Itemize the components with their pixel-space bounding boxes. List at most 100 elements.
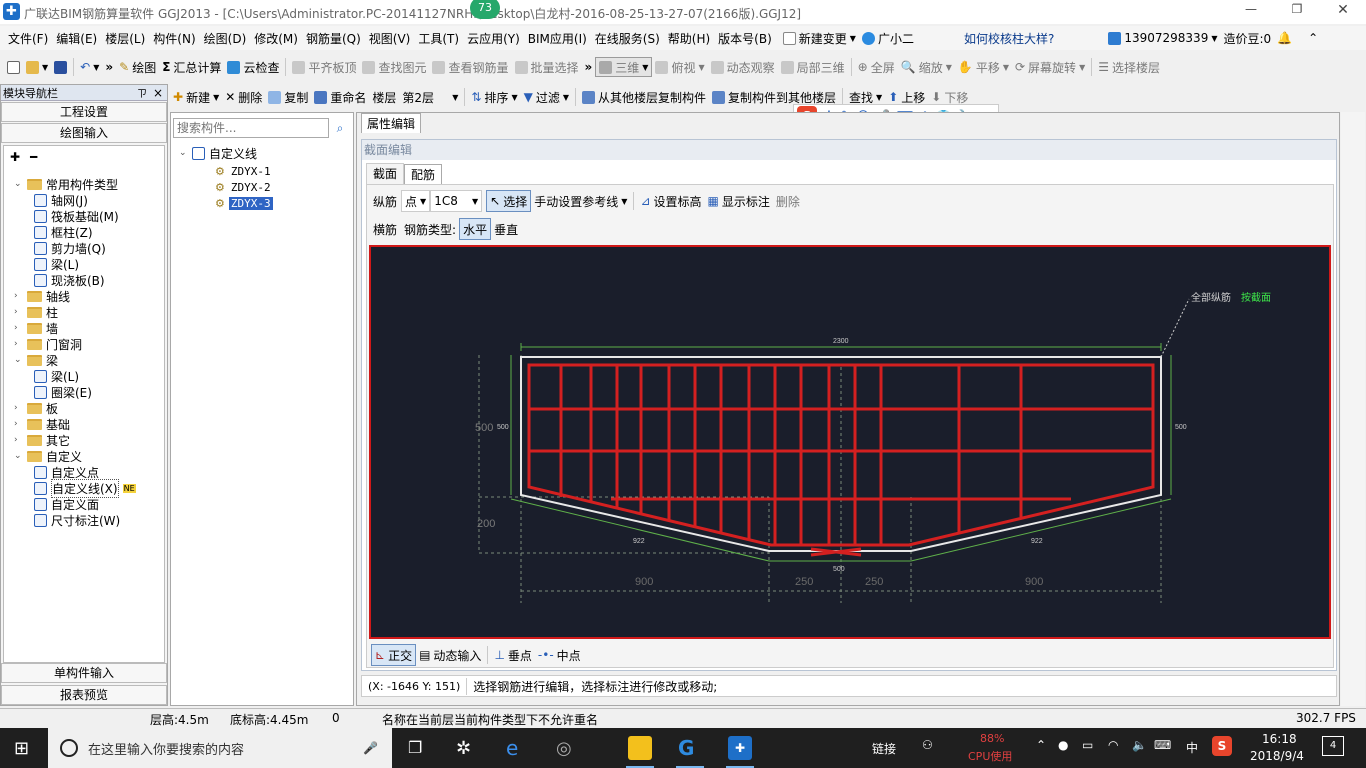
collapse-icon[interactable]: ⌄ <box>179 148 188 158</box>
volume-icon[interactable]: 🔈 <box>1132 738 1147 752</box>
fullscreen-button[interactable]: ⊕ 全屏 <box>855 56 898 78</box>
show-labels-button[interactable]: ▦ 显示标注 <box>705 190 773 212</box>
set-elevation-button[interactable]: ⊿ 设置标高 <box>637 190 704 212</box>
expand-icon[interactable]: › <box>14 291 23 301</box>
delete-rebar-button[interactable]: 删除 <box>773 190 803 212</box>
annotation-by-section[interactable]: 按截面 <box>1241 291 1271 304</box>
ortho-button[interactable]: ⊾ 正交 <box>371 644 417 666</box>
component-item[interactable]: ⚙ ZDYX-1 <box>215 163 273 179</box>
tree-folder[interactable]: › 板 <box>14 400 58 416</box>
tree-folder[interactable]: ⌄ 梁 <box>14 352 58 368</box>
tree-folder[interactable]: › 基础 <box>14 416 70 432</box>
action-center-icon[interactable]: 4 <box>1322 736 1344 756</box>
people-icon[interactable]: ⚇ <box>922 738 933 752</box>
component-item[interactable]: ⚙ ZDYX-2 <box>215 179 273 195</box>
view3d-dropdown[interactable]: 三维 ▼ <box>595 57 653 77</box>
report-preview-button[interactable]: 报表预览 <box>1 685 167 705</box>
menu-item-13[interactable]: 版本号(B) <box>714 27 776 49</box>
perpendicular-button[interactable]: ⊥ 垂点 <box>491 644 534 666</box>
tree-item[interactable]: 自定义线(X) NE <box>34 478 136 498</box>
view-rebar-button[interactable]: 查看钢筋量 <box>429 56 511 78</box>
help-link[interactable]: 如何校核柱大样? <box>961 27 1057 49</box>
floor-select[interactable]: 第2层 ▼ <box>399 86 461 108</box>
drawing-canvas[interactable]: 全部纵筋 按截面 2300 500 500 500 200 922 922 50… <box>369 245 1331 639</box>
dim-bottom-2[interactable]: 250 <box>795 576 813 588</box>
new-file-icon[interactable] <box>4 56 23 78</box>
partial-3d-button[interactable]: 局部三维 <box>778 56 848 78</box>
single-input-button[interactable]: 单构件输入 <box>1 663 167 683</box>
drawing-input-button[interactable]: 绘图输入 <box>1 123 167 143</box>
dim-left-height[interactable]: 500 <box>475 422 493 434</box>
guangxiaoer-button[interactable]: 广小二 <box>859 27 917 49</box>
tray-app-icon[interactable]: ● <box>1058 738 1068 752</box>
tree-item[interactable]: 尺寸标注(W) <box>34 512 120 528</box>
dynamic-input-button[interactable]: ▤ 动态输入 <box>416 644 484 666</box>
new-change-menu[interactable]: 新建变更 ▼ <box>780 27 859 49</box>
wifi-icon[interactable]: ◠ <box>1108 738 1118 752</box>
restore-button[interactable]: ❐ <box>1274 2 1320 22</box>
pinwheel-app-icon[interactable]: ✲ <box>456 738 471 759</box>
pan-button[interactable]: ✋ 平移 ▼ <box>955 56 1012 78</box>
menu-item-8[interactable]: 工具(T) <box>414 27 463 49</box>
rebar-spec-dropdown[interactable]: 1C8 ▼ <box>430 190 483 212</box>
clock-time[interactable]: 16:18 <box>1262 732 1297 746</box>
section-drawing[interactable]: 全部纵筋 按截面 2300 500 500 500 200 922 922 50… <box>371 247 1329 637</box>
delete-component-button[interactable]: ✕ 删除 <box>222 86 265 108</box>
menu-item-12[interactable]: 帮助(H) <box>664 27 714 49</box>
tree-item[interactable]: 自定义面 <box>34 496 99 512</box>
zoom-button[interactable]: 🔍 缩放 ▼ <box>898 56 955 78</box>
menu-item-10[interactable]: BIM应用(I) <box>524 27 591 49</box>
select-floor-button[interactable]: ☰ 选择楼层 <box>1095 56 1163 78</box>
ggj-app-icon[interactable]: ✚ <box>728 736 752 760</box>
menu-item-0[interactable]: 文件(F) <box>4 27 52 49</box>
dim-bottom-3[interactable]: 250 <box>865 576 883 588</box>
cloud-check-button[interactable]: 云检查 <box>224 56 282 78</box>
tray-ime[interactable]: 中 <box>1186 739 1198 756</box>
expand-icon[interactable]: › <box>14 435 23 445</box>
keyboard-tray-icon[interactable]: ⌨ <box>1154 738 1171 752</box>
dim-slant-right[interactable]: 922 <box>1031 538 1043 545</box>
nav-close-icon[interactable]: × <box>153 86 163 100</box>
flat-top-button[interactable]: 平齐板顶 <box>289 56 359 78</box>
user-account[interactable]: 13907298339 ▼ <box>1105 27 1220 49</box>
dim-left-bottom[interactable]: 200 <box>477 518 495 530</box>
menu-item-7[interactable]: 视图(V) <box>365 27 415 49</box>
menu-item-1[interactable]: 编辑(E) <box>52 27 101 49</box>
sort-button[interactable]: ⇅ 排序 ▼ <box>468 86 520 108</box>
price-bean[interactable]: 造价豆:0 <box>1220 27 1274 49</box>
minimize-button[interactable]: — <box>1228 2 1274 22</box>
collapse-icon[interactable]: ⌄ <box>14 355 23 365</box>
component-item[interactable]: ⚙ ZDYX-3 <box>215 195 273 211</box>
select-button[interactable]: ↖ 选择 <box>486 190 532 212</box>
search-icon[interactable]: ⌕ <box>329 121 351 136</box>
top-view-button[interactable]: 俯视 ▼ <box>652 56 707 78</box>
tree-folder[interactable]: › 柱 <box>14 304 58 320</box>
close-button[interactable]: ✕ <box>1320 2 1366 22</box>
horizontal-button[interactable]: 水平 <box>459 218 492 240</box>
tree-item[interactable]: 现浇板(B) <box>34 272 105 288</box>
midpoint-button[interactable]: -•- 中点 <box>535 644 584 666</box>
expand-icon[interactable]: › <box>14 323 23 333</box>
tree-item[interactable]: 梁(L) <box>34 368 79 384</box>
menu-item-3[interactable]: 构件(N) <box>149 27 199 49</box>
rename-button[interactable]: 重命名 <box>311 86 369 108</box>
swirl-app-icon[interactable]: ◎ <box>556 738 572 759</box>
component-search-input[interactable] <box>173 118 329 138</box>
expand-icon[interactable]: ⌃ <box>1305 27 1321 49</box>
dim-left-height-2[interactable]: 500 <box>497 424 509 431</box>
glodon-g-icon[interactable]: G <box>678 736 702 760</box>
tab-property-edit[interactable]: 属性编辑 <box>361 113 421 133</box>
component-root[interactable]: ⌄ 自定义线 <box>179 145 257 161</box>
edge-browser-icon[interactable]: e <box>506 736 518 760</box>
dim-bottom-1[interactable]: 900 <box>635 576 653 588</box>
menu-item-5[interactable]: 修改(M) <box>250 27 302 49</box>
tree-item[interactable]: 框柱(Z) <box>34 224 93 240</box>
notification-badge[interactable]: 73 <box>470 0 500 19</box>
dim-bottom-center[interactable]: 500 <box>833 566 845 573</box>
sogou-tray-icon[interactable]: S <box>1212 736 1232 756</box>
open-file-icon[interactable]: ▼ <box>23 56 51 78</box>
batch-select-button[interactable]: 批量选择 <box>512 56 582 78</box>
save-icon[interactable] <box>51 56 70 78</box>
annotation-all-rebar[interactable]: 全部纵筋 <box>1191 291 1231 304</box>
filter-button[interactable]: ▼ 过滤 ▼ <box>521 86 572 108</box>
